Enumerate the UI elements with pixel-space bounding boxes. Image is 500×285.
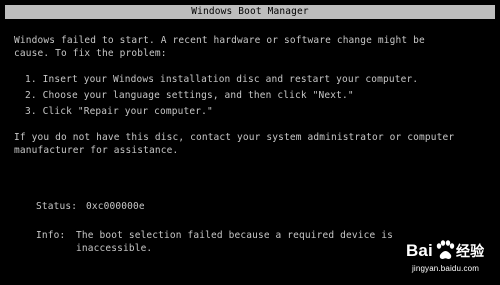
window-title-bar: Windows Boot Manager [5, 5, 495, 19]
status-label: Status: [36, 201, 78, 212]
baidu-logo: Bai 经验 [406, 240, 485, 260]
step-2: 2. Choose your language settings, and th… [25, 90, 354, 101]
jingyan-logo-text: 经验 [456, 243, 485, 260]
baidu-logo-text: Bai [406, 241, 433, 260]
window-title: Windows Boot Manager [191, 6, 309, 17]
contact-line-1: If you do not have this disc, contact yo… [14, 132, 455, 143]
error-message-line-2: cause. To fix the problem: [14, 48, 167, 59]
info-text-line-1: The boot selection failed because a requ… [76, 230, 393, 241]
baidu-jingyan-watermark: Bai 经验 jingyan.baidu.com [406, 237, 492, 277]
contact-line-2: manufacturer for assistance. [14, 145, 179, 156]
baidu-paw-icon [436, 240, 455, 259]
info-text-line-2: inaccessible. [76, 243, 153, 254]
watermark-url: jingyan.baidu.com [412, 264, 480, 273]
boot-error-screen: Windows Boot Manager Windows failed to s… [0, 0, 500, 285]
step-3: 3. Click "Repair your computer." [25, 106, 213, 117]
info-label: Info: [36, 230, 66, 241]
step-1: 1. Insert your Windows installation disc… [25, 74, 419, 85]
error-message-line-1: Windows failed to start. A recent hardwa… [14, 35, 425, 46]
status-code: 0xc000000e [86, 201, 145, 212]
